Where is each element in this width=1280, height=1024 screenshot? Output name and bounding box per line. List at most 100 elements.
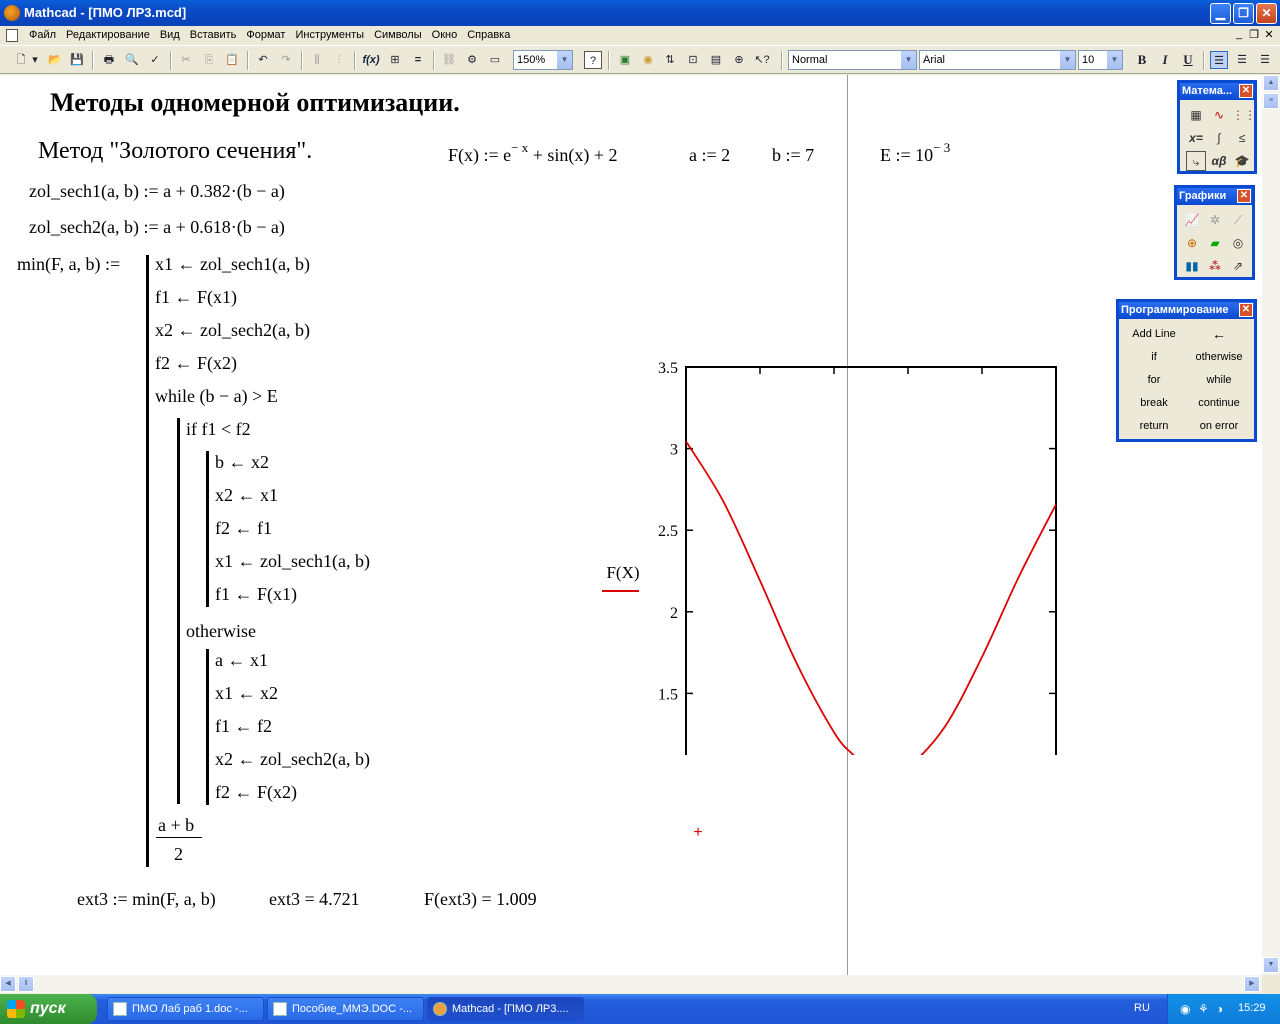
otherwise-line-1[interactable]: a ← x1 bbox=[215, 650, 268, 671]
chevron-down-icon[interactable]: ▼ bbox=[556, 51, 572, 69]
print-preview-icon[interactable]: 🔍 bbox=[123, 51, 141, 69]
evaluation-icon[interactable]: x= bbox=[1186, 128, 1206, 148]
document-icon[interactable] bbox=[6, 29, 18, 42]
return-numerator[interactable]: a + b bbox=[158, 815, 194, 836]
align-center-icon[interactable]: ☰ bbox=[1233, 51, 1251, 69]
menu-help[interactable]: Справка bbox=[462, 29, 515, 41]
chevron-down-icon[interactable]: ▼ bbox=[1106, 51, 1122, 69]
if-line-3[interactable]: f2 ← f1 bbox=[215, 518, 272, 539]
scroll-left-button[interactable]: ◀ bbox=[0, 976, 16, 992]
symbolic-icon[interactable]: 🎓 bbox=[1232, 151, 1252, 171]
insert-unit-icon[interactable]: ⊞ bbox=[386, 51, 404, 69]
return-button[interactable]: return bbox=[1122, 416, 1186, 436]
program-line-4[interactable]: f2 ← F(x2) bbox=[155, 353, 237, 374]
programming-palette[interactable]: Программирование ✕ Add Line ← if otherwis… bbox=[1116, 299, 1257, 442]
electronic-book-icon[interactable]: ▤ bbox=[707, 51, 725, 69]
epsilon-definition[interactable]: E := 10− 3 bbox=[880, 140, 950, 166]
insert-region-icon[interactable]: ▭ bbox=[486, 51, 504, 69]
continue-button[interactable]: continue bbox=[1187, 393, 1251, 413]
zoom-select[interactable]: 150% ▼ bbox=[513, 50, 573, 70]
close-icon[interactable]: ✕ bbox=[1239, 303, 1253, 317]
calculator-icon[interactable]: ▦ bbox=[1186, 105, 1206, 125]
paste-icon[interactable]: 📋 bbox=[223, 51, 241, 69]
return-denominator[interactable]: 2 bbox=[174, 844, 183, 865]
menu-symbolics[interactable]: Символы bbox=[369, 29, 427, 41]
zol-sech1-definition[interactable]: zol_sech1(a, b) := a + 0.382·(b − a) bbox=[29, 181, 285, 202]
break-button[interactable]: break bbox=[1122, 393, 1186, 413]
redo-icon[interactable]: ↷ bbox=[277, 51, 295, 69]
graphs-palette[interactable]: Графики ✕ 📈 ✲ ⟋ ⊕ ▰ ◎ ▮▮ ⁂ ⇗ bbox=[1174, 185, 1255, 280]
new-dropdown-icon[interactable]: ▾ bbox=[30, 51, 40, 69]
taskbar-item-word-2[interactable]: Пособие_ММЭ.DOC -... bbox=[267, 997, 424, 1021]
horizontal-scrollbar[interactable]: ◀ ⦀ ▶ bbox=[0, 975, 1262, 993]
scroll-thumb[interactable]: ≡ bbox=[1263, 93, 1279, 109]
save-icon[interactable]: 💾 bbox=[68, 51, 86, 69]
if-line-1[interactable]: b ← x2 bbox=[215, 452, 269, 473]
menu-window[interactable]: Окно bbox=[427, 29, 463, 41]
local-assign-button[interactable]: ← bbox=[1187, 324, 1251, 344]
polar-icon[interactable]: ⊕ bbox=[1182, 233, 1202, 253]
while-statement[interactable]: while (b − a) > E bbox=[155, 386, 278, 407]
f-ext3-result[interactable]: F(ext3) = 1.009 bbox=[424, 889, 537, 910]
otherwise-line-3[interactable]: f1 ← f2 bbox=[215, 716, 272, 737]
program-line-3[interactable]: x2 ← zol_sech2(a, b) bbox=[155, 320, 310, 341]
programming-icon[interactable]: ⤷ bbox=[1186, 151, 1206, 171]
help-icon[interactable]: ? bbox=[584, 51, 602, 69]
taskbar-item-word-1[interactable]: ПМО Лаб раб 1.doc -... bbox=[107, 997, 264, 1021]
new-icon[interactable]: 🗋 bbox=[12, 51, 30, 69]
font-size-select[interactable]: 10 ▼ bbox=[1078, 50, 1123, 70]
doc-minimize-button[interactable]: _ bbox=[1232, 28, 1246, 40]
polar-plot-icon[interactable]: ✲ bbox=[1205, 210, 1225, 230]
program-line-2[interactable]: f1 ← F(x1) bbox=[155, 287, 237, 308]
print-icon[interactable]: 🖶 bbox=[100, 51, 118, 69]
whats-this-icon[interactable]: ↖? bbox=[753, 51, 771, 69]
function-definition[interactable]: F(x) := e− x + sin(x) + 2 bbox=[448, 140, 618, 166]
math-palette[interactable]: Матема... ✕ ▦ ∿ ⋮⋮ x= ∫ ≤ ⤷ αβ 🎓 bbox=[1177, 80, 1257, 174]
align-across-icon[interactable]: ⫼ bbox=[308, 51, 326, 69]
otherwise-button[interactable]: otherwise bbox=[1187, 347, 1251, 367]
open-icon[interactable]: 📂 bbox=[46, 51, 64, 69]
chevron-down-icon[interactable]: ▼ bbox=[900, 51, 916, 69]
align-down-icon[interactable]: ⫶ bbox=[330, 51, 348, 69]
menu-insert[interactable]: Вставить bbox=[185, 29, 242, 41]
minimize-button[interactable]: ▁ bbox=[1210, 3, 1231, 24]
calculus-icon[interactable]: ∫ bbox=[1209, 128, 1229, 148]
quicksheets-icon[interactable]: ⊡ bbox=[684, 51, 702, 69]
copy-icon[interactable]: ⎘ bbox=[200, 51, 218, 69]
zol-sech2-definition[interactable]: zol_sech2(a, b) := a + 0.618·(b − a) bbox=[29, 217, 285, 238]
collaboratory-icon[interactable]: ⇅ bbox=[661, 51, 679, 69]
greek-icon[interactable]: αβ bbox=[1209, 151, 1229, 171]
if-statement[interactable]: if f1 < f2 bbox=[186, 419, 251, 440]
cut-icon[interactable]: ✂ bbox=[177, 51, 195, 69]
insert-component-icon[interactable]: ⚙ bbox=[463, 51, 481, 69]
resource-center-icon[interactable]: ▣ bbox=[616, 51, 634, 69]
menu-tools[interactable]: Инструменты bbox=[290, 29, 369, 41]
worksheet[interactable]: Методы одномерной оптимизации. Метод "Зо… bbox=[0, 75, 1262, 975]
xy-plot-icon[interactable]: 📈 bbox=[1182, 210, 1202, 230]
italic-button[interactable]: I bbox=[1156, 51, 1174, 69]
if-line-2[interactable]: x2 ← x1 bbox=[215, 485, 278, 506]
close-button[interactable]: ✕ bbox=[1256, 3, 1277, 24]
bold-button[interactable]: B bbox=[1133, 51, 1151, 69]
volume-icon[interactable]: ◑ bbox=[1216, 1002, 1223, 1016]
align-right-icon[interactable]: ☰ bbox=[1256, 51, 1274, 69]
network-icon[interactable]: ⚘ bbox=[1198, 1002, 1209, 1016]
insert-function-icon[interactable]: f(x) bbox=[362, 51, 380, 69]
if-button[interactable]: if bbox=[1122, 347, 1186, 367]
scroll-h-thumb[interactable]: ⦀ bbox=[18, 976, 34, 992]
scroll-right-button[interactable]: ▶ bbox=[1244, 976, 1260, 992]
insert-hyperlink-icon[interactable]: ⛓ bbox=[440, 51, 458, 69]
graph-icon[interactable]: ∿ bbox=[1209, 105, 1229, 125]
web-icon[interactable]: ◉ bbox=[639, 51, 657, 69]
restore-button[interactable]: ❐ bbox=[1233, 3, 1254, 24]
surface-plot-icon[interactable]: ⟋ bbox=[1228, 210, 1248, 230]
resource-icon[interactable]: ⊕ bbox=[730, 51, 748, 69]
language-indicator[interactable]: RU bbox=[1134, 1002, 1150, 1014]
underline-button[interactable]: U bbox=[1179, 51, 1197, 69]
menu-edit[interactable]: Редактирование bbox=[61, 29, 155, 41]
antivirus-icon[interactable]: ◉ bbox=[1180, 1002, 1190, 1016]
contour-icon[interactable]: ◎ bbox=[1228, 233, 1248, 253]
if-line-5[interactable]: f1 ← F(x1) bbox=[215, 584, 297, 605]
font-select[interactable]: Arial ▼ bbox=[919, 50, 1076, 70]
doc-close-button[interactable]: ✕ bbox=[1262, 28, 1276, 41]
